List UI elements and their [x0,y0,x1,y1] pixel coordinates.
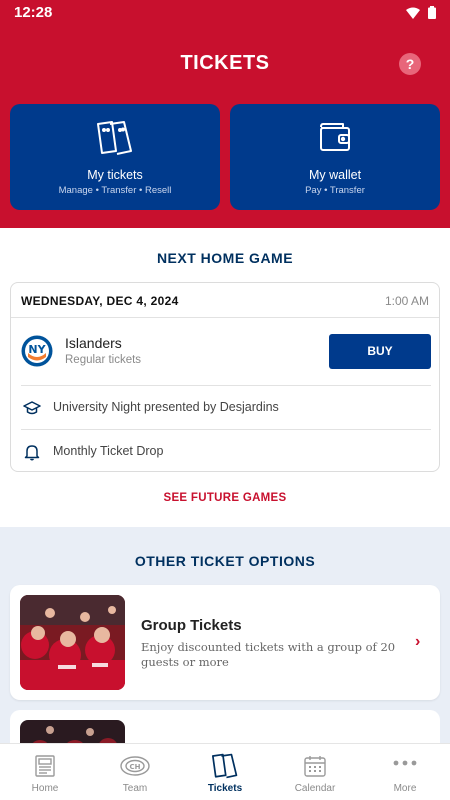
promo-monthly-ticket-drop[interactable]: Monthly Ticket Drop [11,430,439,472]
more-dots-icon [393,760,417,766]
other-options-heading: OTHER TICKET OPTIONS [134,553,316,569]
wallet-icon [320,123,350,151]
next-home-game-heading: NEXT HOME GAME [156,250,294,266]
islanders-logo-icon: NY [21,335,53,367]
my-tickets-tile[interactable]: My tickets Manage • Transfer • Resell [10,104,220,210]
my-wallet-title: My wallet [308,168,362,182]
ticket-type: Regular tickets [65,354,142,366]
nav-tickets[interactable]: Tickets [180,744,270,800]
bottom-nav: Home CH Team Tickets Calendar More [0,743,450,800]
option-description: Enjoy discounted tickets with a group of… [141,640,396,669]
nav-more[interactable]: More [360,744,450,800]
tickets-icon [97,121,132,155]
help-button[interactable]: ? [399,53,421,75]
my-wallet-subtitle: Pay • Transfer [305,185,365,196]
svg-text:CH: CH [130,763,141,771]
next-game-card: WEDNESDAY, DEC 4, 2024 1:00 AM NY Island… [10,282,440,472]
nav-team[interactable]: CH Team [90,744,180,800]
status-time: 12:28 [14,4,53,21]
nav-label: More [393,783,417,794]
team-logo-icon: CH [120,756,150,776]
my-wallet-tile[interactable]: My wallet Pay • Transfer [230,104,440,210]
nav-label: Home [31,783,59,794]
promo-label: Monthly Ticket Drop [53,444,164,458]
promo-university-night[interactable]: University Night presented by Desjardins [11,386,439,428]
nav-label: Team [122,783,148,794]
chevron-right-icon: › [415,633,421,650]
nav-calendar[interactable]: Calendar [270,744,360,800]
promo-label: University Night presented by Desjardins [53,400,279,414]
calendar-icon [304,756,326,777]
buy-button[interactable]: BUY [329,334,431,369]
wifi-icon [406,7,420,19]
battery-icon [428,6,436,19]
see-future-games-link[interactable]: SEE FUTURE GAMES [0,492,450,504]
page-title: TICKETS [180,52,270,74]
game-time: 1:00 AM [384,294,429,308]
my-tickets-title: My tickets [87,168,143,182]
opponent-name: Islanders [65,335,122,351]
bell-icon [24,445,40,461]
status-icons [406,6,436,19]
tickets-icon [212,753,238,779]
nav-label: Tickets [207,783,243,794]
option-title: Group Tickets [141,617,242,634]
svg-text:NY: NY [28,343,46,356]
game-date: WEDNESDAY, DEC 4, 2024 [21,294,179,308]
nav-home[interactable]: Home [0,744,90,800]
divider [11,317,439,318]
group-tickets-photo [20,595,125,690]
group-tickets-card[interactable]: Group Tickets Enjoy discounted tickets w… [10,585,440,700]
status-bar: 12:28 [0,0,450,26]
my-tickets-subtitle: Manage • Transfer • Resell [58,185,172,196]
graduation-cap-icon [23,401,41,415]
news-icon [35,755,55,777]
nav-label: Calendar [294,783,336,794]
